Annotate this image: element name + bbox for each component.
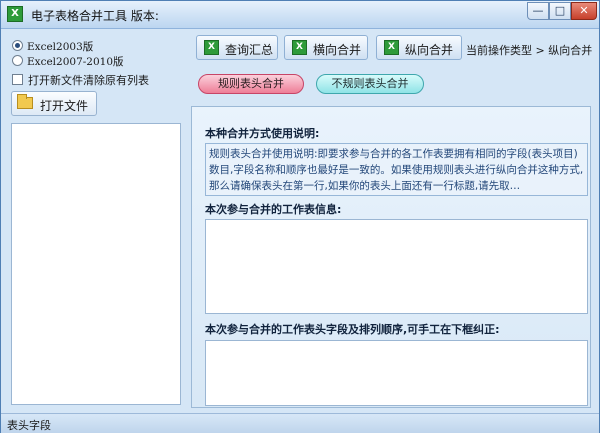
tab-query-summary[interactable]: X 查询汇总 bbox=[196, 35, 278, 60]
radio-excel2007-label: Excel2007-2010版 bbox=[27, 56, 124, 68]
radio-excel2003[interactable]: Excel2003版 bbox=[12, 39, 93, 54]
sheet-info-section-title: 本次参与合并的工作表信息: bbox=[205, 203, 342, 216]
usage-description-box[interactable]: 规则表头合并使用说明:即要求参与合并的各工作表要拥有相同的字段(表头项目)数目,… bbox=[205, 143, 588, 196]
usage-section-title: 本种合并方式使用说明: bbox=[205, 127, 320, 140]
excel-icon: X bbox=[204, 40, 219, 55]
maximize-button[interactable]: □ bbox=[549, 2, 571, 20]
radio-unchecked-icon[interactable] bbox=[12, 55, 23, 66]
header-fields-box[interactable] bbox=[205, 340, 588, 406]
breadcrumb: 当前操作类型 > 纵向合并 bbox=[466, 44, 593, 57]
radio-checked-icon[interactable] bbox=[12, 40, 23, 51]
content-panel: 本种合并方式使用说明: 规则表头合并使用说明:即要求参与合并的各工作表要拥有相同… bbox=[191, 106, 591, 408]
window-title: 电子表格合并工具 版本: bbox=[31, 9, 159, 23]
clear-list-label: 打开新文件清除原有列表 bbox=[28, 74, 149, 87]
excel-icon: X bbox=[292, 40, 307, 55]
status-bar: 表头字段 bbox=[1, 413, 599, 433]
title-bar[interactable]: X 电子表格合并工具 版本: — □ ✕ bbox=[1, 1, 599, 29]
radio-excel2007[interactable]: Excel2007-2010版 bbox=[12, 54, 124, 69]
irregular-header-merge-button[interactable]: 不规则表头合并 bbox=[316, 74, 424, 94]
rule-header-merge-button[interactable]: 规则表头合并 bbox=[198, 74, 304, 94]
close-button[interactable]: ✕ bbox=[571, 2, 597, 20]
clear-list-checkbox[interactable]: 打开新文件清除原有列表 bbox=[12, 72, 149, 88]
app-window: X 电子表格合并工具 版本: — □ ✕ Excel2003版 Excel200… bbox=[0, 0, 600, 433]
usage-description-text: 规则表头合并使用说明:即要求参与合并的各工作表要拥有相同的字段(表头项目)数目,… bbox=[209, 148, 584, 192]
sheet-info-box[interactable] bbox=[205, 219, 588, 314]
tab-vertical-merge[interactable]: X 纵向合并 bbox=[376, 35, 462, 60]
folder-icon bbox=[17, 94, 33, 109]
radio-excel2003-label: Excel2003版 bbox=[27, 41, 94, 53]
header-fields-section-title: 本次参与合并的工作表头字段及排列顺序,可手工在下框纠正: bbox=[205, 323, 500, 336]
left-panel: Excel2003版 Excel2007-2010版 打开新文件清除原有列表 打… bbox=[6, 31, 184, 409]
open-file-button[interactable]: 打开文件 bbox=[11, 91, 97, 116]
open-file-label: 打开文件 bbox=[40, 99, 89, 113]
right-panel: X 查询汇总 X 横向合并 X 纵向合并 当前操作类型 > 纵向合并 规则表头合… bbox=[186, 31, 596, 410]
tab-horizontal-merge-label: 横向合并 bbox=[313, 43, 362, 57]
tab-horizontal-merge[interactable]: X 横向合并 bbox=[284, 35, 368, 60]
status-text: 表头字段 bbox=[7, 419, 51, 432]
checkbox-icon[interactable] bbox=[12, 74, 23, 85]
tab-query-summary-label: 查询汇总 bbox=[225, 43, 274, 57]
tab-vertical-merge-label: 纵向合并 bbox=[405, 43, 454, 57]
excel-app-icon: X bbox=[7, 6, 23, 22]
excel-icon: X bbox=[384, 40, 399, 55]
tab-bar: X 查询汇总 X 横向合并 X 纵向合并 当前操作类型 > 纵向合并 bbox=[186, 31, 596, 64]
file-list[interactable] bbox=[11, 123, 181, 405]
minimize-button[interactable]: — bbox=[527, 2, 549, 20]
